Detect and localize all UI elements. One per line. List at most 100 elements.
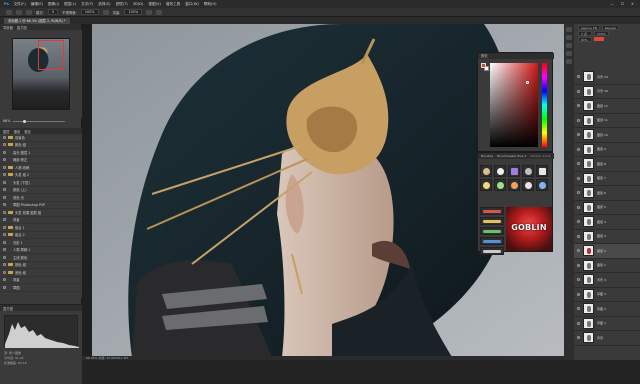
adjustments-icon[interactable] [566, 43, 572, 48]
visibility-eye-icon[interactable] [3, 278, 6, 282]
right-layer-row[interactable]: 图层 9 [574, 143, 640, 157]
tab-layers[interactable]: 图层 [3, 129, 10, 134]
visibility-eye-icon[interactable] [3, 203, 6, 207]
layer-row[interactable]: 暗部 修正 [0, 157, 82, 164]
symmetry-icon[interactable] [156, 9, 163, 15]
layer-row[interactable]: 头发 (下层) [0, 179, 82, 187]
layer-thumbnail[interactable] [583, 259, 594, 271]
right-layer-row[interactable]: 图层 2 [574, 244, 640, 259]
layer-thumbnail[interactable] [583, 274, 594, 286]
brush-preset-4[interactable] [522, 165, 534, 177]
visibility-eye-icon[interactable] [3, 143, 6, 147]
menu-image[interactable]: 图像(I) [48, 2, 59, 7]
paragraph-icon[interactable] [566, 59, 572, 64]
visibility-eye-icon[interactable] [577, 147, 580, 151]
brush-tool-1[interactable] [480, 207, 504, 215]
visibility-eye-icon[interactable] [577, 118, 580, 122]
flow-field[interactable]: 100% [124, 9, 143, 15]
layer-row[interactable]: 主线 颜色 [0, 254, 82, 262]
right-layer-row[interactable]: 图层 7 [574, 172, 640, 186]
brush-preset-5[interactable] [536, 165, 548, 177]
layer-row[interactable]: 头发 效果 图层 组 [0, 209, 82, 217]
visibility-eye-icon[interactable] [577, 133, 580, 137]
layer-row[interactable]: 颜色 组 [0, 142, 82, 149]
brush-tool-4[interactable] [480, 237, 504, 245]
layer-row[interactable]: 肤色 组 [0, 262, 82, 269]
brush-preset-1[interactable] [480, 165, 492, 177]
menu-edit[interactable]: 编辑(E) [31, 2, 43, 7]
layer-thumbnail[interactable] [583, 114, 594, 126]
tracking-field[interactable]: 60% [578, 36, 592, 42]
layer-thumbnail[interactable] [583, 288, 594, 300]
right-layer-row[interactable]: 图层 4 [574, 215, 640, 230]
menu-help[interactable]: 帮助(H) [204, 2, 217, 7]
visibility-eye-icon[interactable] [577, 205, 580, 209]
visibility-eye-icon[interactable] [3, 150, 6, 154]
right-layer-row[interactable]: 草图 1 [574, 317, 640, 331]
right-layer-row[interactable]: 背景 [574, 331, 640, 346]
layer-thumbnail[interactable] [583, 245, 594, 257]
brush-preset-6[interactable] [480, 179, 492, 191]
font-style-field[interactable]: Regular [601, 24, 620, 30]
visibility-eye-icon[interactable] [577, 162, 580, 166]
brush-preset-2[interactable] [494, 165, 506, 177]
layer-row[interactable]: 背景 [0, 217, 82, 224]
history-icon[interactable] [566, 27, 572, 32]
menu-view[interactable]: 视图(V) [148, 2, 160, 7]
layer-row[interactable]: 高光 图层 1 [0, 149, 82, 157]
layer-thumbnail[interactable] [583, 201, 594, 213]
visibility-eye-icon[interactable] [3, 195, 6, 199]
character-icon[interactable] [566, 51, 572, 56]
visibility-eye-icon[interactable] [3, 218, 6, 222]
visibility-eye-icon[interactable] [3, 233, 6, 237]
right-layer-row[interactable]: 图层 11 [574, 114, 640, 128]
visibility-eye-icon[interactable] [577, 321, 580, 325]
menu-filter[interactable]: 滤镜(T) [116, 2, 128, 7]
layer-row[interactable]: 光影 1 [0, 239, 82, 247]
tab-paths[interactable]: 路径 [24, 129, 31, 134]
menu-3d[interactable]: 3D(D) [133, 2, 144, 6]
layer-row[interactable]: 头发 组 2 [0, 172, 82, 179]
visibility-eye-icon[interactable] [577, 75, 580, 79]
tab-navigator[interactable]: 导航器 [3, 25, 13, 30]
goblin-brush-banner[interactable]: GOBLIN [506, 207, 552, 251]
visibility-eye-icon[interactable] [577, 191, 580, 195]
brush-tool-2[interactable] [480, 217, 504, 225]
ps-logo-icon[interactable]: Ps [4, 2, 9, 6]
layer-thumbnail[interactable] [583, 230, 594, 242]
brush-preset-icon[interactable] [16, 9, 22, 15]
visibility-eye-icon[interactable] [3, 263, 6, 267]
menu-layer[interactable]: 图层(L) [64, 2, 76, 7]
layer-row[interactable]: 组合 2 [0, 232, 82, 239]
layer-row[interactable]: 肤色 (上) [0, 187, 82, 194]
visibility-eye-icon[interactable] [577, 336, 580, 340]
tab-toolbox[interactable]: Toolbox 3.0.8 [530, 154, 550, 158]
menu-plugins[interactable]: 增效工具 [166, 2, 180, 7]
opacity-field[interactable]: 100% [80, 9, 99, 15]
leading-field[interactable]: 100% [594, 30, 609, 36]
color-picker-field[interactable] [490, 63, 538, 147]
right-layer-row[interactable]: 图层 3 [574, 230, 640, 244]
layer-thumbnail[interactable] [583, 100, 594, 112]
right-layer-row[interactable]: 图层 8 [574, 157, 640, 172]
visibility-eye-icon[interactable] [3, 285, 6, 289]
visibility-eye-icon[interactable] [577, 234, 580, 238]
close-button[interactable]: ✕ [631, 2, 634, 6]
zoom-slider-knob[interactable] [23, 119, 27, 123]
visibility-eye-icon[interactable] [3, 135, 6, 139]
properties-icon[interactable] [566, 35, 572, 40]
layer-row[interactable]: 草图 Photoshop PSP [0, 202, 82, 209]
layer-row[interactable]: 前景色 [0, 134, 82, 142]
brush-tool-5[interactable] [480, 247, 504, 255]
visibility-eye-icon[interactable] [3, 248, 6, 252]
visibility-eye-icon[interactable] [577, 307, 580, 311]
brush-preset-7[interactable] [494, 179, 506, 191]
right-layer-row[interactable]: 草图 3 [574, 288, 640, 302]
menu-file[interactable]: 文件(F) [14, 2, 26, 7]
visibility-eye-icon[interactable] [577, 176, 580, 180]
visibility-eye-icon[interactable] [3, 180, 6, 184]
brush-tool-3[interactable] [480, 227, 504, 235]
layer-thumbnail[interactable] [583, 332, 594, 344]
visibility-eye-icon[interactable] [3, 165, 6, 169]
visibility-eye-icon[interactable] [577, 104, 580, 108]
